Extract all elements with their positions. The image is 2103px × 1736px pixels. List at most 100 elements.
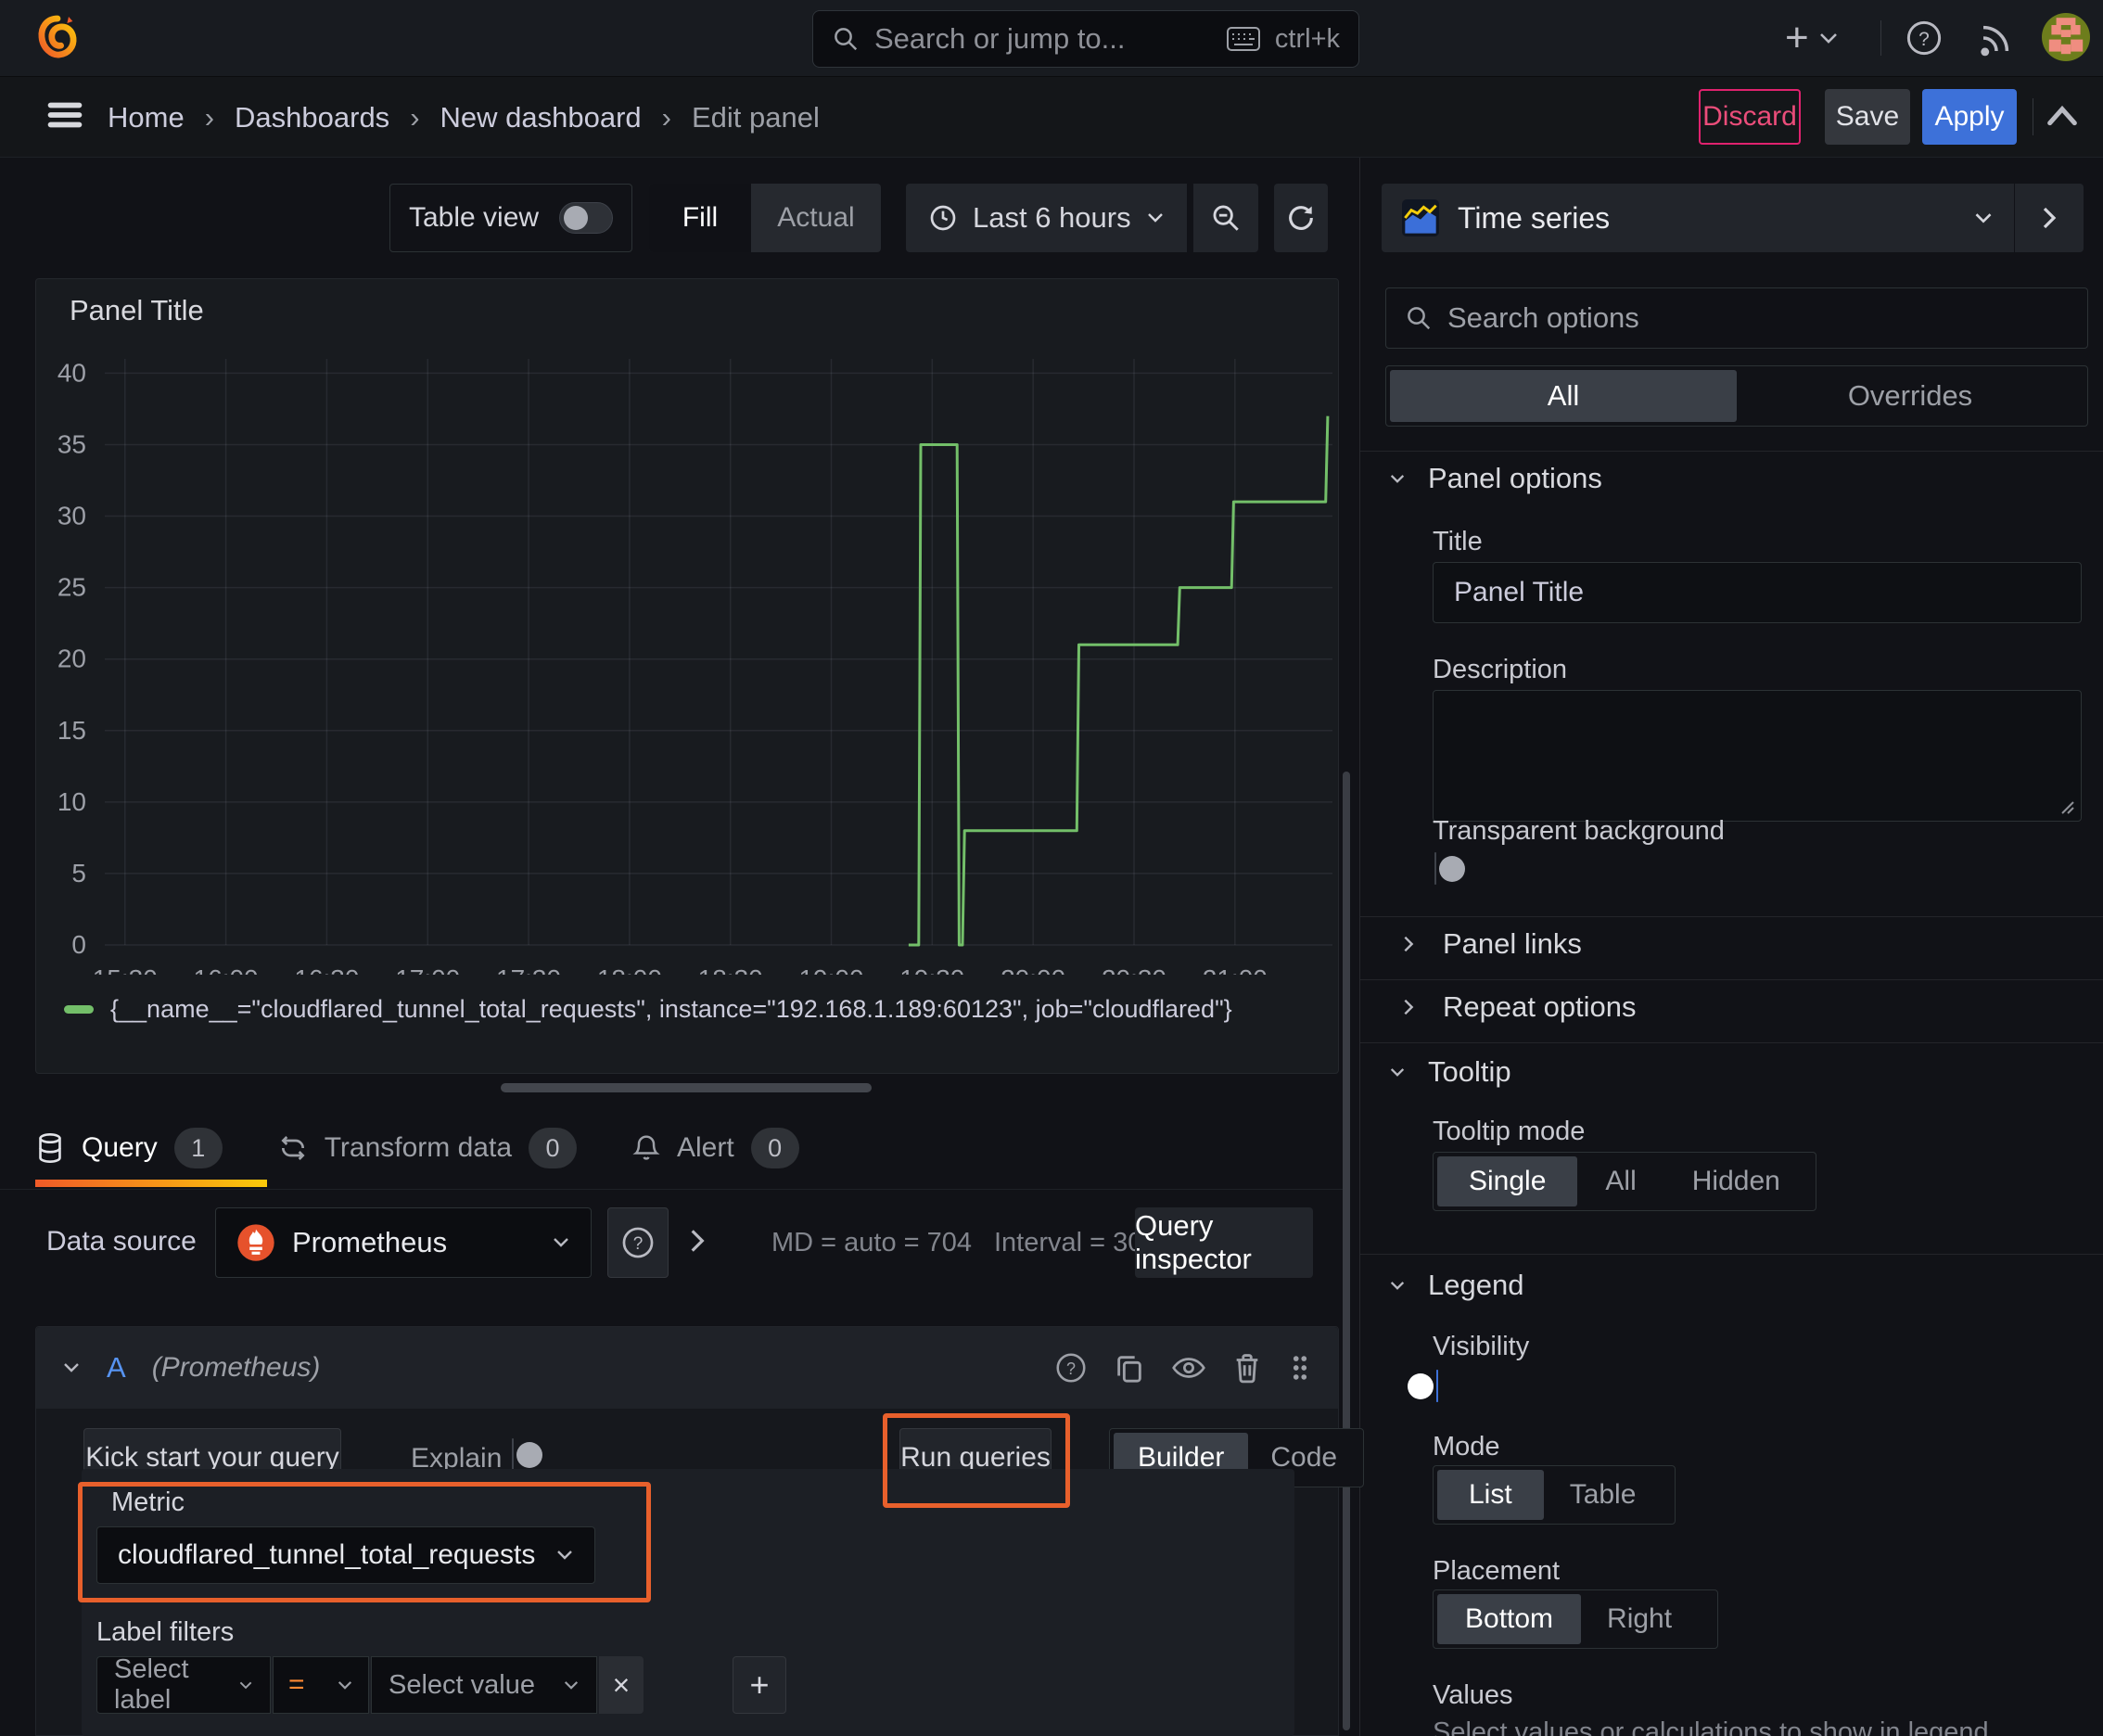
repeat-options-section[interactable]: Repeat options [1402, 990, 1637, 1024]
query-ref-id: A [107, 1351, 126, 1384]
tab-all[interactable]: All [1390, 370, 1737, 422]
grafana-logo-icon[interactable] [33, 13, 82, 61]
tooltip-section-header[interactable]: Tooltip [1389, 1055, 1511, 1089]
editor-tabs: Query 1 Transform data 0 Alert 0 [35, 1111, 799, 1185]
description-textarea[interactable] [1433, 690, 2082, 822]
add-filter-button[interactable]: + [733, 1656, 786, 1714]
chevron-down-icon [239, 1681, 252, 1689]
discard-button[interactable]: Discard [1699, 89, 1801, 145]
datasource-value: Prometheus [292, 1226, 448, 1258]
options-search-input[interactable]: Search options [1385, 287, 2088, 349]
legend-values-label: Values [1433, 1680, 1513, 1710]
tab-overrides[interactable]: Overrides [1737, 370, 2084, 422]
save-button[interactable]: Save [1825, 89, 1910, 145]
tab-transform-label: Transform data [324, 1132, 512, 1163]
select-value-dropdown[interactable]: Select value [371, 1656, 597, 1714]
refresh-icon [1289, 206, 1313, 230]
drag-handle-icon[interactable] [1288, 1352, 1312, 1384]
query-row-header[interactable]: A (Prometheus) ? [36, 1327, 1338, 1409]
tab-query-label: Query [82, 1132, 158, 1163]
chart-legend: {__name__="cloudflared_tunnel_total_requ… [64, 995, 1232, 1024]
select-label-dropdown[interactable]: Select label [96, 1654, 271, 1715]
legend-placement-bottom[interactable]: Bottom [1437, 1594, 1582, 1644]
search-icon [1405, 304, 1433, 332]
eye-icon[interactable] [1171, 1354, 1206, 1382]
metric-select[interactable]: cloudflared_tunnel_total_requests [96, 1526, 595, 1584]
help-icon[interactable]: ? [1903, 17, 1945, 59]
tabs-underline [0, 1189, 1343, 1190]
help-icon: ? [622, 1227, 654, 1258]
options-divider [1360, 1254, 2103, 1255]
chevron-right-icon [1404, 936, 1414, 952]
tab-alert-count: 0 [750, 1128, 799, 1168]
table-view-toggle[interactable] [559, 202, 613, 234]
legend-visibility-toggle[interactable] [1408, 1370, 1438, 1402]
expand-options-button[interactable] [2015, 184, 2084, 252]
legend-series-label[interactable]: {__name__="cloudflared_tunnel_total_requ… [110, 995, 1232, 1024]
news-rss-icon[interactable] [1975, 17, 2018, 59]
breadcrumb-home[interactable]: Home [108, 101, 185, 134]
svg-text:20: 20 [57, 645, 86, 673]
refresh-button[interactable] [1274, 184, 1328, 252]
time-range-picker[interactable]: Last 6 hours [906, 184, 1187, 252]
tooltip-mode-single[interactable]: Single [1437, 1156, 1578, 1206]
svg-text:18:00: 18:00 [597, 964, 662, 975]
tooltip-mode-hidden[interactable]: Hidden [1664, 1156, 1808, 1206]
resize-handle-icon[interactable] [2058, 798, 2075, 815]
tab-query[interactable]: Query 1 [35, 1128, 223, 1168]
breadcrumb-dashboards[interactable]: Dashboards [235, 101, 389, 134]
svg-text:16:00: 16:00 [194, 964, 259, 975]
legend-section-header[interactable]: Legend [1389, 1269, 1523, 1302]
legend-mode-list[interactable]: List [1437, 1470, 1544, 1520]
tooltip-mode-all[interactable]: All [1577, 1156, 1663, 1206]
breadcrumb-new-dashboard[interactable]: New dashboard [440, 101, 642, 134]
tab-transform-data[interactable]: Transform data 0 [278, 1128, 577, 1168]
pane-divider[interactable] [1359, 158, 1360, 1736]
actual-option[interactable]: Actual [751, 184, 881, 252]
apply-button[interactable]: Apply [1922, 89, 2017, 145]
table-view-control: Table view [389, 184, 632, 252]
left-pane-scrollbar[interactable] [1343, 772, 1350, 1730]
query-inspector-button[interactable]: Query inspector [1135, 1207, 1313, 1278]
duplicate-icon[interactable] [1114, 1352, 1145, 1384]
close-icon: × [612, 1667, 631, 1702]
datasource-picker[interactable]: Prometheus [215, 1207, 592, 1278]
trash-icon[interactable] [1232, 1352, 1262, 1384]
legend-mode-table[interactable]: Table [1544, 1470, 1663, 1520]
repeat-options-label: Repeat options [1443, 990, 1637, 1023]
svg-text:?: ? [1066, 1359, 1076, 1378]
add-menu-button[interactable]: + [1785, 17, 1839, 59]
remove-filter-button[interactable]: × [599, 1656, 644, 1714]
panel-title-input[interactable] [1433, 562, 2082, 623]
legend-values-hint: Select values or calculations to show in… [1433, 1717, 1989, 1736]
resize-drag-handle[interactable] [501, 1083, 872, 1092]
svg-text:0: 0 [71, 930, 86, 959]
legend-placement-right[interactable]: Right [1581, 1594, 1698, 1644]
fill-option[interactable]: Fill [649, 184, 751, 252]
visualization-picker[interactable]: Time series [1382, 184, 2014, 252]
panel-links-section[interactable]: Panel links [1402, 927, 1582, 961]
options-divider [1360, 451, 2103, 452]
search-shortcut: ctrl+k [1274, 23, 1340, 54]
chevron-right-icon[interactable] [688, 1226, 707, 1256]
svg-text:15: 15 [57, 716, 86, 745]
operator-dropdown[interactable]: = [273, 1656, 369, 1714]
legend-mode-group: List Table [1433, 1465, 1676, 1525]
chevron-down-icon [1390, 1281, 1405, 1290]
zoom-out-button[interactable] [1193, 184, 1258, 252]
time-series-chart[interactable]: 0 5 10 15 20 25 30 35 40 15:30 16:00 16:30 17:00 17:3… [36, 279, 1338, 975]
table-view-label: Table view [409, 202, 540, 233]
select-value-placeholder: Select value [389, 1669, 535, 1700]
transparent-background-toggle[interactable] [1434, 852, 1465, 885]
tab-alert[interactable]: Alert 0 [632, 1128, 799, 1168]
global-search-input[interactable]: Search or jump to... ctrl+k [812, 10, 1359, 68]
datasource-help-button[interactable]: ? [607, 1207, 669, 1278]
chevron-down-icon [1390, 1067, 1405, 1077]
user-avatar[interactable] [2042, 13, 2090, 61]
explain-toggle[interactable] [512, 1438, 542, 1471]
panel-options-header[interactable]: Panel options [1389, 462, 1602, 495]
collapse-pane-icon[interactable] [2044, 100, 2081, 134]
chevron-right-icon [1404, 999, 1414, 1015]
menu-icon[interactable] [45, 96, 85, 134]
help-icon[interactable]: ? [1054, 1351, 1088, 1385]
